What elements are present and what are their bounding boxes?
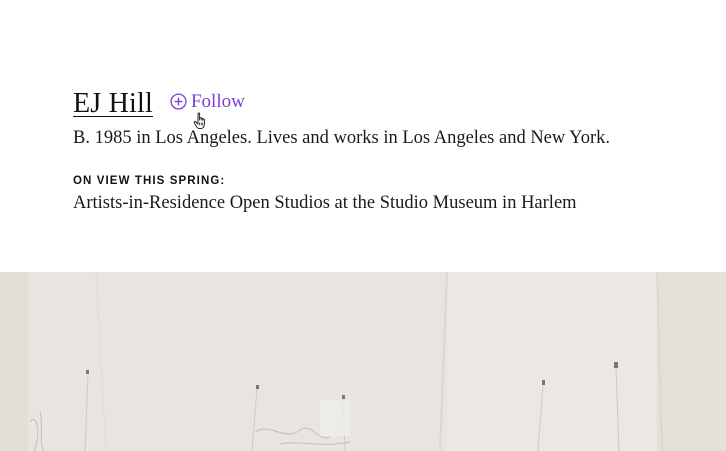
follow-button[interactable]: Follow: [170, 91, 245, 113]
hand-pointer-icon: [193, 112, 209, 130]
on-view-exhibition: Artists-in-Residence Open Studios at the…: [73, 193, 577, 213]
artist-page: EJ Hill Follow B. 1985 in Los Angeles. L…: [0, 0, 726, 451]
artist-bio: B. 1985 in Los Angeles. Lives and works …: [73, 128, 610, 148]
artist-name-link[interactable]: EJ Hill: [73, 88, 153, 120]
artist-name-row: EJ Hill Follow: [73, 88, 713, 124]
follow-label: Follow: [190, 90, 245, 112]
on-view-heading: ON VIEW THIS SPRING:: [73, 175, 226, 187]
plus-circle-icon: [170, 93, 187, 110]
studio-photo: [0, 272, 726, 451]
artist-info: EJ Hill Follow B. 1985 in Los Angeles. L…: [73, 88, 713, 214]
